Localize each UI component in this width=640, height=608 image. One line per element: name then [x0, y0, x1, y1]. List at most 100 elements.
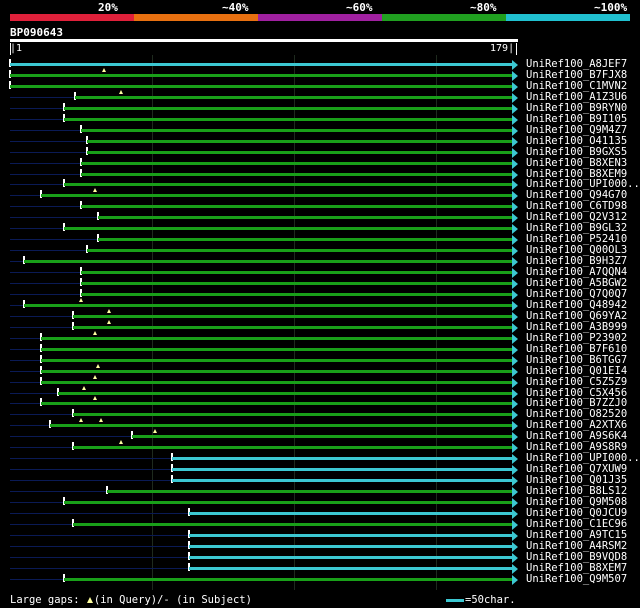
unaligned-region: [10, 502, 64, 503]
hit-alignment-bar: [10, 73, 513, 77]
hit-alignment-bar: [189, 544, 513, 548]
arrow-right-icon: [512, 92, 518, 103]
unaligned-region: [10, 239, 99, 241]
unaligned-region: [10, 293, 82, 295]
unaligned-region: [10, 414, 73, 416]
unaligned-region: [10, 326, 73, 328]
hit-alignment-bar: [72, 446, 513, 450]
arrow-right-icon: [512, 257, 518, 268]
unaligned-region: [10, 534, 190, 536]
arrow-right-icon: [512, 519, 518, 530]
query-gap-marker: [96, 363, 101, 368]
arrow-right-icon: [512, 366, 518, 377]
arrow-right-icon: [512, 136, 518, 147]
arrow-right-icon: [512, 574, 518, 585]
unaligned-region: [10, 425, 50, 427]
scale-text: =50char.: [465, 594, 516, 606]
arrow-right-icon: [512, 147, 518, 158]
arrow-right-icon: [512, 289, 518, 300]
arrow-right-icon: [512, 311, 518, 322]
arrow-right-icon: [512, 421, 518, 432]
arrow-right-icon: [512, 399, 518, 410]
hit-alignment-bar: [172, 457, 513, 461]
hit-alignment-bar: [81, 205, 513, 209]
arrow-right-icon: [512, 355, 518, 366]
hit-alignment-bar: [41, 194, 513, 198]
arrow-right-icon: [512, 498, 518, 508]
gaps-label: Large gaps:: [10, 594, 80, 606]
query-gap-marker: [93, 374, 98, 379]
ruler-end-label: 179|: [490, 43, 515, 54]
unaligned-region: [10, 173, 82, 175]
unaligned-region: [10, 469, 173, 471]
hit-alignment-bar: [64, 227, 513, 231]
hit-alignment-bar: [75, 95, 513, 99]
unaligned-region: [10, 480, 173, 482]
hit-alignment-bar: [172, 479, 513, 483]
query-gap-marker: [118, 440, 123, 445]
unaligned-region: [10, 184, 64, 186]
arrow-right-icon: [512, 344, 518, 355]
hit-row[interactable]: UniRef100_Q9M507: [0, 573, 640, 585]
unaligned-region: [10, 107, 64, 109]
hit-alignment-bar: [72, 314, 513, 318]
arrow-right-icon: [512, 60, 518, 70]
unaligned-region: [10, 523, 73, 525]
subject-gap-text: - (in Subject): [163, 594, 252, 606]
hit-alignment-bar: [58, 391, 513, 395]
arrow-right-icon: [512, 268, 518, 279]
unaligned-region: [10, 162, 82, 164]
arrow-right-icon: [512, 125, 518, 136]
hit-alignment-bar: [41, 358, 513, 362]
arrow-right-icon: [512, 465, 518, 476]
unaligned-region: [10, 556, 190, 558]
unaligned-region: [10, 96, 76, 98]
arrow-right-icon: [512, 169, 518, 180]
hit-alignment-bar: [41, 402, 513, 406]
unaligned-region: [10, 118, 64, 120]
arrow-right-icon: [512, 322, 518, 333]
arrow-right-icon: [512, 300, 518, 311]
unaligned-region: [10, 315, 73, 317]
arrow-right-icon: [512, 333, 518, 344]
hit-alignment-bar: [41, 380, 513, 384]
arrow-right-icon: [512, 158, 518, 169]
legend-bar-2: [134, 14, 258, 21]
hit-alignment-bar: [81, 271, 513, 275]
hit-alignment-bar: [64, 501, 513, 504]
query-gap-marker: [152, 429, 157, 434]
arrow-right-icon: [512, 410, 518, 421]
unaligned-region: [10, 304, 25, 306]
hit-label[interactable]: UniRef100_Q9M507: [526, 573, 627, 585]
query-gap-marker: [81, 385, 86, 390]
arrow-right-icon: [512, 443, 518, 454]
query-gap-text: (in Query)/: [93, 594, 164, 606]
arrow-right-icon: [512, 114, 518, 125]
unaligned-region: [10, 129, 82, 131]
legend-label-3: ~60%: [346, 1, 373, 14]
arrow-right-icon: [512, 377, 518, 388]
hit-alignment-bar: [189, 566, 513, 570]
query-gap-marker: [93, 330, 98, 335]
arrow-right-icon: [512, 103, 518, 114]
unaligned-region: [10, 458, 173, 460]
arrow-right-icon: [512, 388, 518, 399]
hit-alignment-bar: [49, 424, 513, 428]
arrow-right-icon: [512, 432, 518, 443]
hit-alignment-bar: [24, 303, 513, 307]
hit-alignment-bar: [98, 238, 513, 242]
hit-alignment-bar: [106, 490, 513, 494]
query-gap-marker: [93, 396, 98, 401]
unaligned-region: [10, 337, 42, 339]
query-gap-marker: [107, 308, 112, 313]
hit-alignment-bar: [41, 369, 513, 373]
query-gap-marker: [98, 418, 103, 423]
arrow-right-icon: [512, 487, 518, 498]
arrow-right-icon: [512, 476, 518, 487]
legend-bar-1: [10, 14, 134, 21]
hit-alignment-bar: [64, 577, 513, 581]
unaligned-region: [10, 140, 87, 142]
hit-alignment-bar: [81, 292, 513, 296]
arrow-right-icon: [512, 213, 518, 224]
hit-alignment-bar: [132, 435, 513, 439]
